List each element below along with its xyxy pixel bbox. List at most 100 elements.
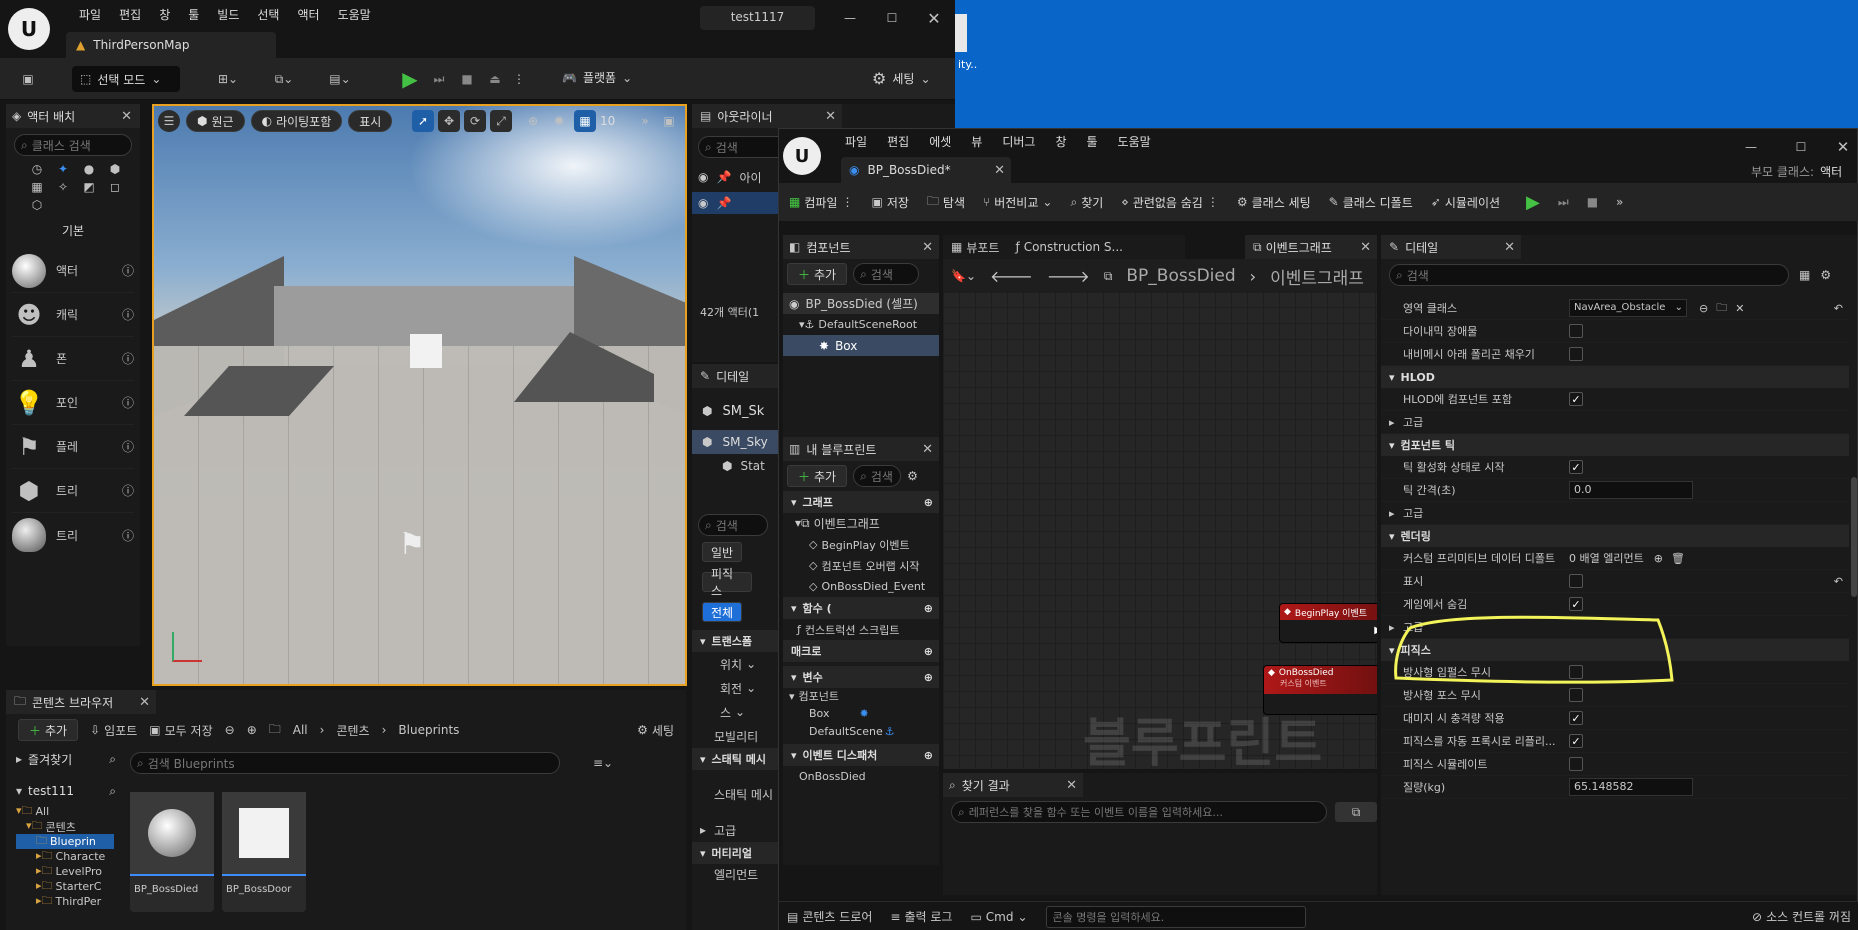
event-item[interactable]: ◇ OnBossDied_Event [783, 576, 939, 597]
all-classes-icon[interactable]: ◻ [104, 180, 126, 194]
event-graph-canvas[interactable]: 🔖⌄ 🡐 🡒 ⧉ BP_BossDied › 이벤트그래프 ◆ BeginPlay… [943, 259, 1377, 769]
component-row[interactable]: ▾⚓ DefaultSceneRoot [783, 314, 939, 335]
clear-icon[interactable]: ✕ [1735, 302, 1744, 315]
lighting-button[interactable]: ◐ 라이팅포함 [250, 110, 343, 132]
world-icon[interactable]: ⊕ [522, 110, 544, 132]
browse-button[interactable]: 🗀 탐색 [927, 192, 965, 213]
cube-actor[interactable] [410, 334, 442, 368]
search-icon[interactable]: ⌕ [109, 784, 116, 799]
menu-build[interactable]: 빌드 [208, 6, 248, 23]
shapes-icon[interactable]: ⬢ [104, 162, 126, 176]
close-icon[interactable]: ✕ [139, 695, 150, 710]
minimize-icon[interactable]: — [840, 8, 860, 28]
help-icon[interactable]: ⓘ [122, 394, 134, 411]
menu-actor[interactable]: 액터 [288, 6, 328, 23]
forward-icon[interactable]: ⊕ [247, 723, 257, 737]
filter-icon[interactable]: ≡⌄ [588, 754, 618, 772]
unreal-logo-icon[interactable]: U [783, 137, 821, 175]
event-item[interactable]: ◇ BeginPlay 이벤트 [783, 534, 939, 555]
select-cursor-icon[interactable]: ➚ [412, 110, 434, 132]
breadcrumb-blueprint[interactable]: BP_BossDied [1126, 266, 1235, 286]
close-icon[interactable]: ✕ [121, 109, 132, 124]
bp-menu-tools[interactable]: 툴 [1077, 133, 1108, 150]
rotate-icon[interactable]: ⟳ [464, 110, 486, 132]
hide-unrelated-button[interactable]: ⋄ 관련없음 숨김 ⋮ [1121, 194, 1219, 211]
my-blueprint-search-input[interactable]: ⌕ 검색 [853, 465, 902, 487]
play-icon[interactable]: ▶ [398, 67, 422, 91]
unreal-logo-icon[interactable]: U [8, 8, 50, 50]
output-log-button[interactable]: ≡ 출력 로그 [890, 908, 952, 925]
options-icon[interactable]: ⋮ [1207, 195, 1219, 209]
browse-icon[interactable]: 🗀 [1716, 299, 1727, 318]
cinematics-icon[interactable]: ▤⌄ [322, 69, 358, 89]
compile-button[interactable]: ▦ 컴파일 ⋮ [789, 194, 853, 211]
filter-all-button[interactable]: 전체 [702, 602, 743, 622]
my-blueprint-tab[interactable]: ▥ 내 블루프린트 ✕ [783, 437, 939, 461]
add-member-button[interactable]: ＋ 추가 [787, 465, 848, 487]
bookmark-icon[interactable]: 🔖⌄ [951, 269, 976, 283]
reset-icon[interactable]: ↶ [1834, 575, 1843, 588]
perspective-button[interactable]: ⬢ 원근 [186, 110, 245, 132]
eye-icon[interactable]: ◉ [698, 170, 708, 184]
tree-item[interactable]: ▸🗀 Characte [16, 849, 114, 864]
graph-node[interactable]: ◆BeginPlay 이벤트 ▶ [1279, 603, 1377, 643]
tree-item[interactable]: ▸🗀 ThirdPer [16, 894, 114, 909]
property-checkbox[interactable]: ✓ [1569, 711, 1583, 725]
find-results-tab[interactable]: ⌕ 찾기 결과 ✕ [943, 773, 1083, 797]
skip-icon[interactable]: ⏭ [428, 69, 450, 89]
class-settings-button[interactable]: ⚙ 클래스 세팅 [1237, 194, 1311, 211]
recent-icon[interactable]: ◷ [26, 162, 48, 176]
filter-general-button[interactable]: 일반 [702, 542, 743, 562]
property-checkbox[interactable] [1569, 757, 1583, 771]
minimize-icon[interactable]: — [1741, 137, 1761, 157]
breadcrumb-graph[interactable]: 이벤트그래프 [1270, 264, 1364, 289]
tab-viewport[interactable]: ▦ 뷰포트 [943, 235, 1007, 259]
search-icon[interactable]: ⌕ [109, 752, 116, 767]
property-value-input[interactable]: 65.148582 [1569, 778, 1693, 796]
property-dropdown[interactable]: NavArea_Obstacle ⌄ [1569, 299, 1687, 317]
binoculars-icon[interactable]: ⧉ [1335, 802, 1377, 822]
dispatcher-item[interactable]: OnBossDied [783, 766, 939, 787]
gear-icon[interactable]: ⚙ [1820, 268, 1831, 282]
tab-construction-script[interactable]: ƒ Construction S... [1007, 235, 1131, 259]
grid-size-value[interactable]: 10 [600, 114, 622, 128]
diff-button[interactable]: ⑂ 버전비교 ⌄ [983, 194, 1052, 211]
actor-item[interactable]: ♟ 폰 ⓘ [12, 337, 134, 381]
skip-icon[interactable]: ⏭ [1558, 195, 1569, 210]
find-results-search-input[interactable]: ⌕ 레퍼런스를 찾을 함수 또는 이벤트 이름을 입력하세요... [951, 801, 1328, 823]
map-tab[interactable]: ▲ ThirdPersonMap [66, 32, 276, 58]
variable-item[interactable]: DefaultScene ⚓ [783, 722, 939, 740]
event-graph-item[interactable]: ▾⧉ 이벤트그래프 [783, 513, 939, 534]
help-icon[interactable]: ⓘ [122, 482, 134, 499]
save-button[interactable]: ▣ 저장 [871, 194, 908, 211]
functions-section[interactable]: ▾ 함수 (⊕ [783, 597, 939, 619]
simulation-button[interactable]: ➶ 시뮬레이션 [1431, 194, 1500, 211]
details-section-header[interactable]: ▾ 컴포넌트 틱 [1381, 434, 1849, 456]
close-icon[interactable]: ✕ [922, 442, 933, 457]
path-blueprints[interactable]: Blueprints [398, 723, 459, 737]
menu-select[interactable]: 선택 [248, 6, 288, 23]
import-button[interactable]: ⇩ 임포트 [90, 722, 137, 739]
asset-tile[interactable]: BP_BossDied [130, 792, 214, 912]
components-category[interactable]: ▾ 컴포넌트 [783, 688, 939, 704]
macros-section[interactable]: 매크로 ⊕ [783, 640, 939, 662]
cb-settings-button[interactable]: ⚙ 세팅 [637, 722, 674, 739]
find-button[interactable]: ⌕ 찾기 [1070, 194, 1103, 211]
variables-section[interactable]: ▾ 변수 ⊕ [783, 666, 939, 688]
pin-icon[interactable]: 📌 [716, 196, 731, 210]
property-checkbox[interactable]: ✓ [1569, 392, 1583, 406]
help-icon[interactable]: ⓘ [122, 350, 134, 367]
tree-item[interactable]: ▾🗀 콘텐츠 [16, 819, 114, 834]
help-icon[interactable]: ⓘ [122, 438, 134, 455]
save-all-button[interactable]: ▣ 모두 저장 [149, 722, 212, 739]
tree-item[interactable]: ▸🗀 StarterC [16, 879, 114, 894]
gear-icon[interactable]: ⚙ [907, 469, 918, 483]
actor-item[interactable]: ⚑ 플레 ⓘ [12, 425, 134, 469]
add-circle-icon[interactable]: ⊕ [924, 496, 933, 509]
trash-icon[interactable]: 🗑 [1671, 552, 1685, 565]
forward-arrow-icon[interactable]: 🡒 [1047, 266, 1090, 286]
add-circle-icon[interactable]: ⊕ [924, 645, 933, 658]
project-row[interactable]: ▾ test111 ⌕ [6, 778, 116, 804]
component-root-row[interactable]: ◉ BP_BossDied (셀프) [783, 293, 939, 314]
add-button[interactable]: ＋ 추가 [18, 719, 79, 741]
